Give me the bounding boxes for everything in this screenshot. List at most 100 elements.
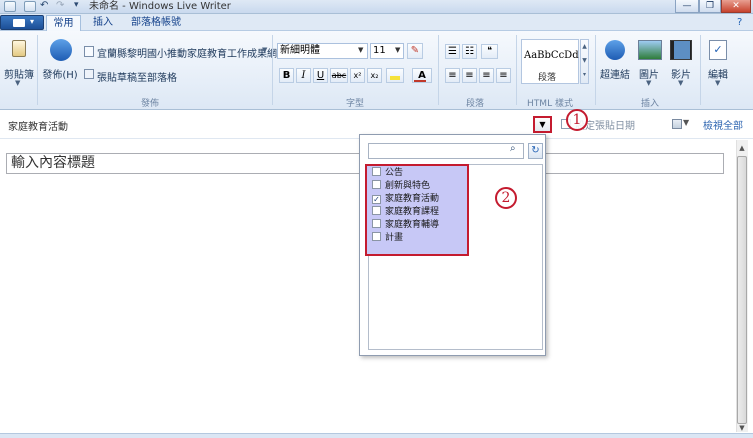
publish-button[interactable]: 發佈(H) [42,66,78,81]
category-checkbox[interactable] [372,180,381,189]
undo-icon[interactable]: ↶ [40,0,48,11]
clipboard-icon[interactable] [12,40,26,57]
category-checkbox[interactable] [372,167,381,176]
app-menu-icon [13,19,25,27]
calendar-icon[interactable] [672,119,682,129]
chevron-down-icon[interactable]: ▼ [262,46,267,54]
category-checkbox[interactable] [372,232,381,241]
clear-format-icon[interactable]: ✎ [407,43,423,59]
category-item[interactable]: 家庭教育課程 [372,206,439,219]
refresh-icon: ↻ [531,145,540,156]
annotation-marker-1: 1 [566,109,588,131]
group-separator [37,35,38,105]
hyperlink-globe-icon[interactable] [605,40,625,60]
category-selected-text[interactable]: 家庭教育活動 [8,118,68,133]
group-separator [516,35,517,105]
category-dropdown-button[interactable]: ▼ [533,116,552,133]
chevron-down-icon[interactable]: ▼ [715,79,720,87]
font-color-swatch [414,80,426,82]
category-item[interactable]: ✓ 家庭教育活動 [372,193,439,206]
group-separator [438,35,439,105]
group-separator [272,35,273,105]
window-title: 未命名 - Windows Live Writer [89,1,231,12]
category-label: 公告 [385,168,404,178]
numbered-list-icon[interactable]: ☷ [462,44,477,59]
add-category-button[interactable]: ↻ [528,143,543,159]
align-left-icon[interactable]: ≡ [445,68,460,83]
blog-icon [84,46,94,57]
spellcheck-icon[interactable]: ✓ [709,40,727,60]
highlighter-icon [390,76,400,80]
category-label: 計畫 [385,233,404,243]
category-item[interactable]: 創新與特色 [372,180,430,193]
search-icon[interactable]: ⌕ [510,143,516,154]
category-search-input[interactable] [368,143,524,159]
restore-button[interactable]: ❐ [699,0,721,13]
bold-button[interactable]: B [279,68,294,83]
category-item[interactable]: 公告 [372,167,403,180]
save-draft-button[interactable]: 張貼草稿至部落格 [97,69,177,84]
tab-home[interactable]: 常用 [46,15,81,31]
group-label-font: 字型 [345,99,364,109]
italic-button[interactable]: I [296,68,311,83]
group-label-html-style: HTML 樣式 [527,99,573,109]
chevron-down-icon[interactable]: ▼ [683,118,689,127]
chevron-down-icon: ▾ [30,17,35,26]
scrollbar-thumb[interactable] [737,156,747,424]
category-checkbox[interactable]: ✓ [372,195,381,204]
redo-icon[interactable]: ↷ [56,0,64,11]
group-separator [595,35,596,105]
minimize-button[interactable]: — [675,0,699,13]
blog-selector[interactable]: 宜蘭縣黎明國小推動家庭教育工作成果網 [97,45,277,60]
chevron-down-icon[interactable]: ▼ [678,79,683,87]
scroll-down-icon[interactable]: ▼ [736,423,748,433]
picture-icon[interactable] [638,40,662,60]
underline-button[interactable]: U [313,68,328,83]
justify-icon[interactable]: ≡ [496,68,511,83]
annotation-marker-2: 2 [495,187,517,209]
category-item[interactable]: 計畫 [372,232,403,245]
status-bar [0,433,753,438]
align-center-icon[interactable]: ≡ [462,68,477,83]
font-name-select[interactable]: 新細明體 [277,43,368,59]
bullet-list-icon[interactable]: ☰ [445,44,460,59]
strikethrough-button[interactable]: abc [330,68,348,83]
chevron-down-icon[interactable]: ▼ [15,79,20,87]
category-checkbox[interactable] [372,206,381,215]
view-all-link[interactable]: 檢視全部 [703,117,743,132]
publish-globe-icon[interactable] [50,39,72,61]
quick-access-dropdown-icon[interactable]: ▾ [74,0,79,10]
draft-icon [84,69,94,79]
category-label: 創新與特色 [385,181,431,191]
group-label-insert: 插入 [640,99,659,109]
video-icon[interactable] [670,40,692,60]
blockquote-icon[interactable]: ❝ [481,44,498,59]
category-item[interactable]: 家庭教育輔導 [372,219,439,232]
app-menu-button[interactable]: ▾ [0,15,44,30]
chevron-down-icon: ▼ [395,46,401,54]
chevron-down-icon: ▼ [358,46,364,54]
highlight-color-button[interactable] [386,68,404,83]
app-icon [4,1,16,12]
tab-insert[interactable]: 插入 [88,15,118,31]
category-label: 家庭教育課程 [385,207,440,217]
category-checkbox[interactable] [372,219,381,228]
style-name: 段落 [538,73,557,83]
align-right-icon[interactable]: ≡ [479,68,494,83]
hyperlink-button[interactable]: 超連結 [598,66,632,81]
style-preview: AaBbCcDd [524,50,579,61]
category-label: 家庭教育輔導 [385,220,440,230]
save-icon[interactable] [24,1,36,12]
group-label-paragraph: 段落 [465,99,484,109]
close-button[interactable]: ✕ [721,0,751,13]
superscript-button[interactable]: x² [350,68,365,83]
group-separator [700,35,701,105]
group-label-publish: 發佈 [140,99,159,109]
style-gallery-scroll[interactable]: ▲ ▼ ▾ [580,39,589,84]
category-label: 家庭教育活動 [385,194,440,204]
scroll-up-icon[interactable]: ▲ [736,141,748,155]
chevron-down-icon[interactable]: ▼ [646,79,651,87]
tab-blog-account[interactable]: 部落格帳號 [126,15,186,31]
help-icon[interactable]: ? [737,17,742,28]
subscript-button[interactable]: x₂ [367,68,382,83]
